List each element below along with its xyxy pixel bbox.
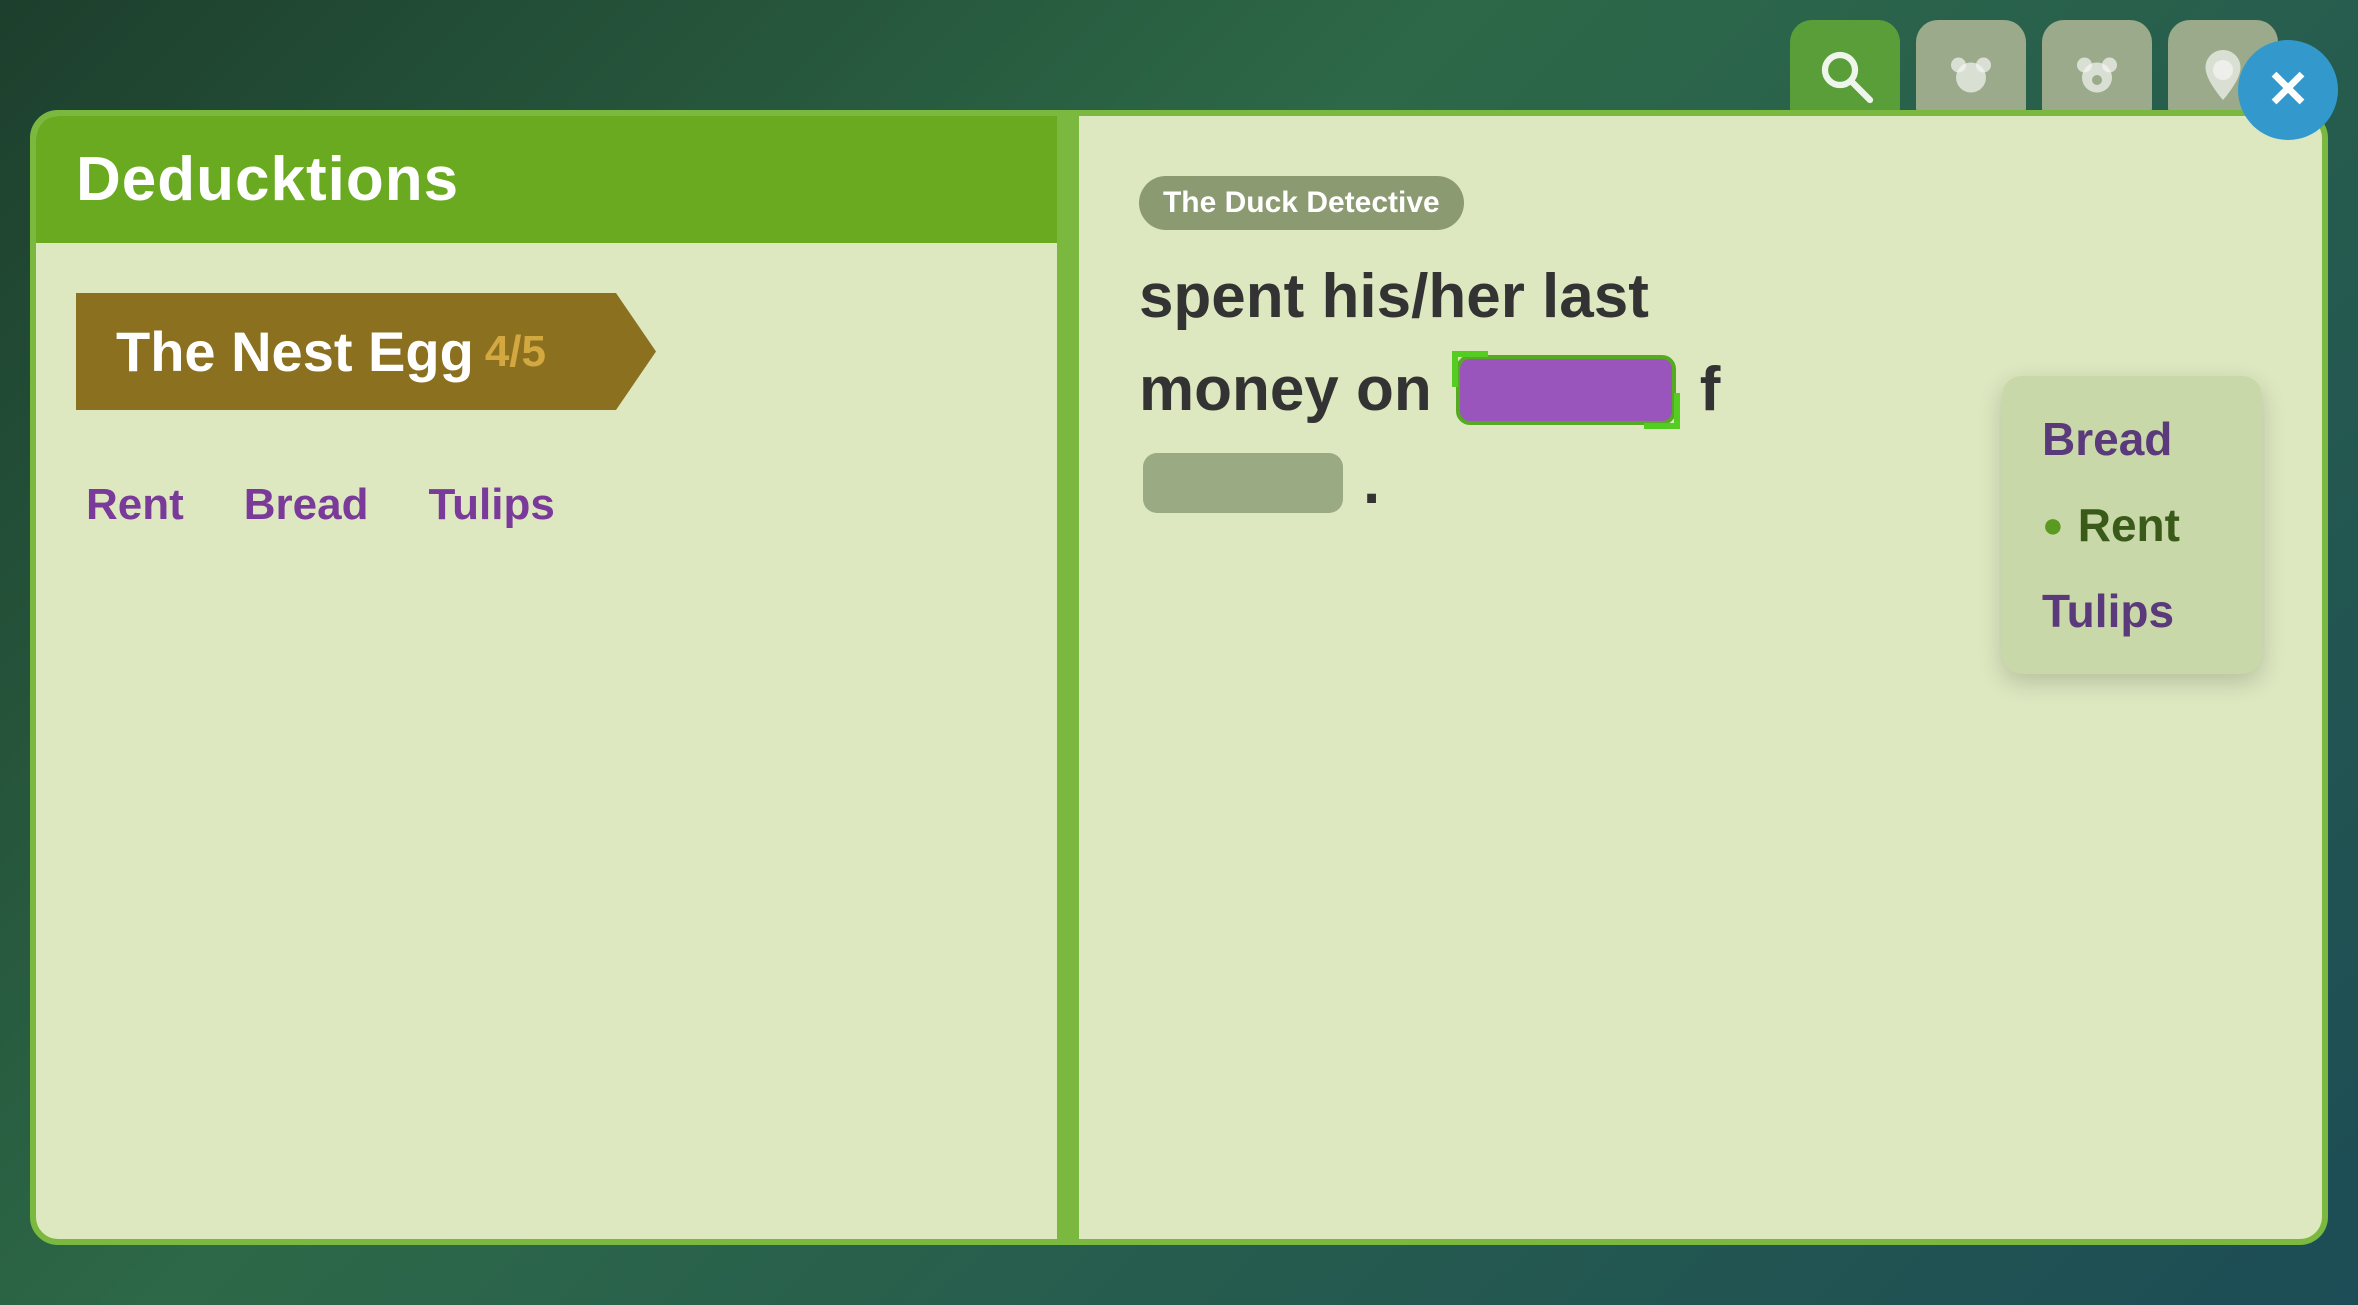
sentence-line-1: spent his/her last [1139,250,2262,343]
dropdown-item-bread[interactable]: Bread [2012,396,2252,482]
close-button[interactable]: ✕ [2238,40,2338,140]
clue-tag-rent[interactable]: Rent [86,480,184,530]
nest-egg-ribbon: The Nest Egg 4/5 [76,293,656,410]
clue-tag-tulips[interactable]: Tulips [429,480,555,530]
deducktions-title: Deducktions [76,144,1017,215]
left-page: Deducktions The Nest Egg 4/5 Rent Bread … [30,110,1063,1245]
clue-tag-bread[interactable]: Bread [244,480,369,530]
nest-egg-banner: The Nest Egg 4/5 [76,293,1017,410]
bear-icon-2 [2067,45,2127,105]
search-icon [1815,45,1875,105]
answer-dropdown: Bread Rent Tulips [2002,376,2262,674]
left-page-content: The Nest Egg 4/5 Rent Bread Tulips [36,243,1057,600]
clue-tags: Rent Bread Tulips [76,460,1017,550]
sentence-text-2: money on [1139,343,1432,436]
dropdown-item-tulips[interactable]: Tulips [2012,568,2252,654]
blank-slot-1[interactable] [1456,355,1676,425]
detective-tag: The Duck Detective [1139,176,1464,230]
sentence-text-1: spent his/her last [1139,250,1649,343]
left-page-header: Deducktions [36,116,1057,243]
bear-icon-1 [1941,45,2001,105]
sentence-end: . [1363,436,1380,529]
sentence-text-3: f [1700,343,1721,436]
dropdown-item-rent[interactable]: Rent [2012,482,2252,568]
right-page: The Duck Detective spent his/her last mo… [1079,110,2328,1245]
book-spine [1063,110,1079,1245]
nest-egg-title: The Nest Egg [116,319,474,384]
blank-slot-2[interactable] [1143,453,1343,513]
book-container: Deducktions The Nest Egg 4/5 Rent Bread … [30,110,2328,1245]
nest-egg-count: 4/5 [485,327,546,377]
close-icon: ✕ [2266,64,2310,116]
